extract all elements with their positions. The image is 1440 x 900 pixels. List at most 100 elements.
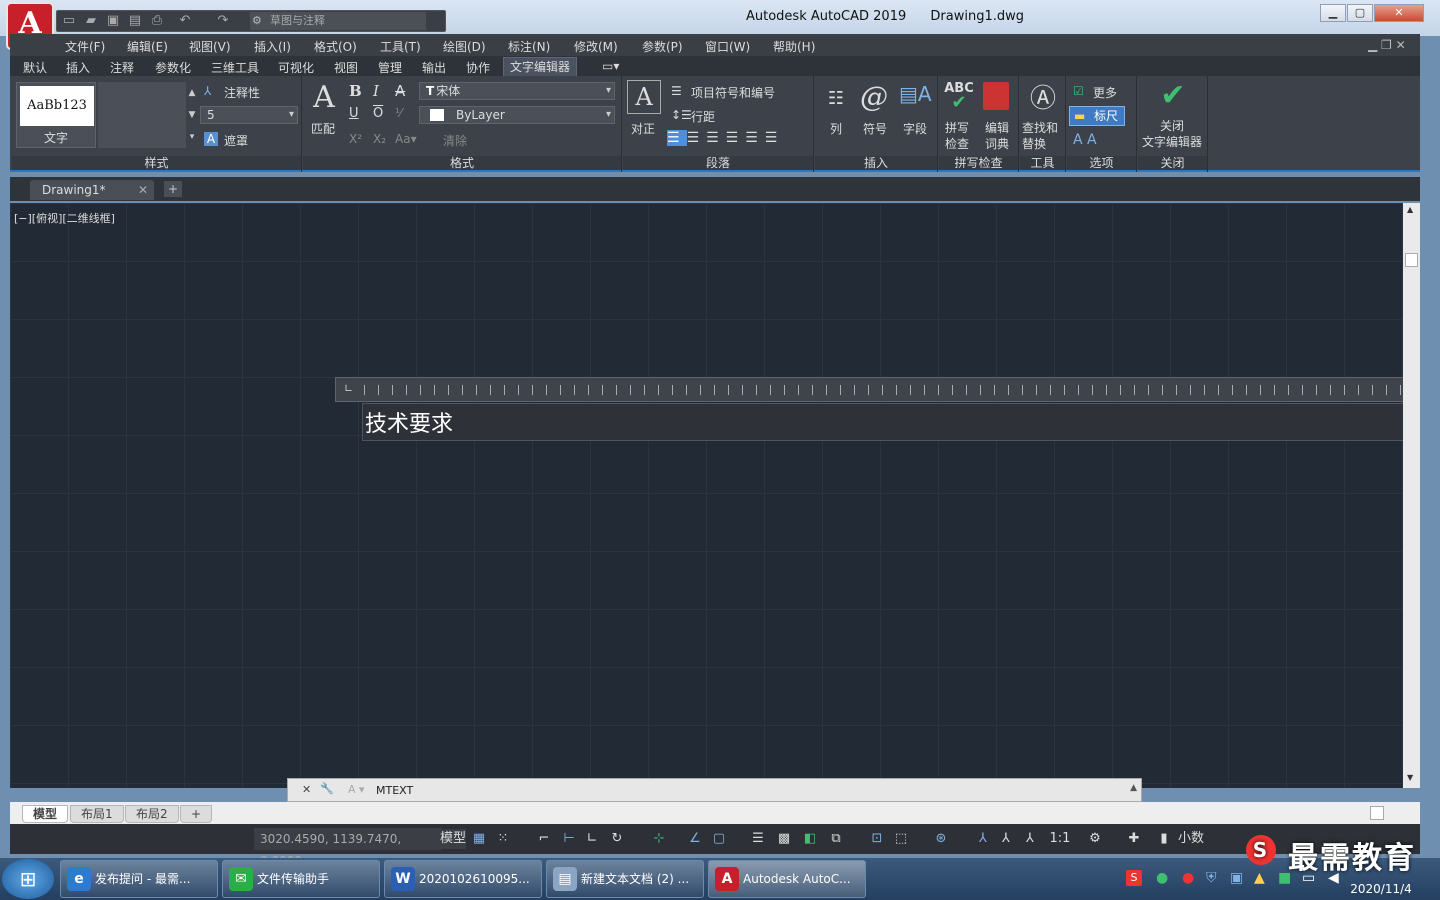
strikethrough-icon[interactable]: A [395,82,405,100]
tab-text-editor[interactable]: 文字编辑器 [503,57,578,76]
save-as-icon[interactable]: ▤ [127,14,143,28]
grid-icon[interactable]: ▦ [470,829,488,849]
mtext-ruler[interactable]: ∟ [335,377,1403,402]
menu-dimension[interactable]: 标注(N) [508,38,550,55]
workspace-gear-icon[interactable]: ⚙ [1086,829,1104,849]
security-tray-icon[interactable]: ⛨ [1206,870,1217,886]
mask-button[interactable]: 遮罩 [224,132,248,149]
taskbar-item[interactable]: ▤ 新建文本文档 (2) ... [546,860,704,898]
align-left-icon[interactable]: ☰ [667,130,687,146]
font-select[interactable]: T 宋体 [419,82,615,100]
tab-stop-icon[interactable]: ∟ [344,382,353,395]
drawing-canvas[interactable]: [−][俯视][二维线框] ∟ 技术要求 [10,203,1403,788]
tab-layout1[interactable]: 布局1 [70,805,124,823]
annotation-monitor-icon[interactable]: ✚ [1126,829,1142,849]
edit-dictionary-button[interactable]: 编辑 词典 [985,120,1009,152]
taskbar-item[interactable]: W 2020102610095... [384,860,542,898]
command-line[interactable]: ✕ 🔧 A ▾ MTEXT ▲ [287,778,1142,802]
spell-check-button[interactable]: 拼写 检查 [945,120,969,152]
add-layout-icon[interactable]: + [180,805,213,823]
save-icon[interactable]: ▣ [105,14,121,28]
tab-visualize[interactable]: 可视化 [278,59,314,76]
viewport-label[interactable]: [−][俯视][二维线框] [14,210,115,226]
text-style-gallery[interactable]: AaBb123 文字 [16,82,96,148]
tab-default[interactable]: 默认 [23,59,47,76]
tab-output[interactable]: 输出 [422,59,446,76]
tab-model[interactable]: 模型 [22,805,69,823]
clear-button[interactable]: 清除 [443,132,467,149]
coordinates[interactable]: 3020.4590, 1139.7470, 0.0000 [254,828,442,868]
snap-icon[interactable]: ⁙ [494,829,512,849]
model-space-button[interactable]: 模型 [440,829,466,849]
undo-icon[interactable]: ↶ [177,14,193,28]
scale-select[interactable]: 1:1 [1046,829,1074,849]
menu-modify[interactable]: 修改(M) [574,38,618,55]
ruler-button[interactable]: ▬ 标尺 [1069,106,1125,126]
menu-edit[interactable]: 编辑(E) [127,38,168,55]
doc-tab-drawing1[interactable]: Drawing1* ✕ [30,180,154,200]
menu-format[interactable]: 格式(O) [314,38,357,55]
command-text[interactable]: MTEXT [376,784,413,797]
alignment-buttons[interactable]: ☰☰☰☰☰☰ [667,130,807,150]
ortho-icon[interactable]: ∟ [584,829,600,849]
selection-filter-icon[interactable]: ⬚ [892,829,910,849]
tab-3d-tools[interactable]: 三维工具 [211,59,259,76]
doc-window-controls[interactable]: ▁ ❐ ✕ [1368,38,1406,52]
auto-scale-icon[interactable]: ⅄ [998,829,1014,849]
redo-icon[interactable]: ↷ [215,14,231,28]
tab-annotate[interactable]: 注释 [110,59,134,76]
3d-osnap-icon[interactable]: ⧉ [826,829,846,849]
wrench-icon[interactable]: 🔧 [320,782,334,795]
new-tab-icon[interactable]: + [164,181,182,197]
menu-window[interactable]: 窗口(W) [705,38,750,55]
tab-layout2[interactable]: 布局2 [125,805,179,823]
start-button[interactable]: ⊞ [2,859,54,899]
ribbon-toggle-icon[interactable]: ▭▾ [602,59,619,73]
sogou-tray-icon[interactable]: S [1126,870,1142,886]
taskbar-item[interactable]: e 发布提问 - 最需... [60,860,218,898]
spell-panel-title[interactable]: 拼写检查 [939,156,1018,170]
columns-button[interactable]: 列 [830,120,842,137]
gizmo-icon[interactable]: ⊛ [932,829,950,849]
tab-insert[interactable]: 插入 [66,59,90,76]
mtext-editor[interactable]: 技术要求 [362,403,1403,441]
overline-button[interactable]: O [373,106,383,121]
close-cmd-icon[interactable]: ✕ [302,783,311,796]
open-icon[interactable]: ▰ [83,14,99,28]
scroll-down-icon[interactable]: ▼ [1407,773,1413,782]
justify-button[interactable]: 对正 [631,120,655,137]
units-select[interactable]: 小数 [1178,829,1238,849]
menu-tools[interactable]: 工具(T) [380,38,421,55]
minimize-button[interactable]: ▁ [1320,4,1346,22]
close-tab-icon[interactable]: ✕ [138,180,148,200]
text-height-select[interactable]: 5 [200,106,298,124]
maximize-button[interactable]: ▢ [1347,4,1373,22]
undo-text-icon[interactable]: A A [1073,132,1097,148]
tab-view[interactable]: 视图 [334,59,358,76]
bullets-button[interactable]: 项目符号和编号 [691,84,775,101]
mtext-content[interactable]: 技术要求 [365,406,453,438]
workspace-selector[interactable]: ⚙ 草图与注释 [250,12,426,30]
scroll-thumb[interactable] [1405,253,1418,267]
selection-cycling-icon[interactable]: ◧ [802,829,818,849]
menu-insert[interactable]: 插入(I) [254,38,291,55]
close-button[interactable]: ✕ [1374,4,1424,22]
polar-icon[interactable]: ↻ [608,829,626,849]
lineweight-icon[interactable]: ☰ [750,829,766,849]
bold-button[interactable]: B [349,82,362,100]
new-icon[interactable]: ▭ [61,14,77,28]
dynamic-ucs-icon[interactable]: ⊡ [868,829,886,849]
annotation-scale-icon[interactable]: ⅄ [1022,829,1038,849]
line-spacing-button[interactable]: 行距 [691,108,715,125]
color-select[interactable]: ByLayer [419,106,615,124]
taskbar-item[interactable]: ✉ 文件传输助手 [222,860,380,898]
gallery-scroll[interactable]: ▲ ▼ ▾ [186,82,198,148]
italic-button[interactable]: I [373,82,379,100]
paragraph-panel-title[interactable]: 段落 [623,156,813,170]
history-icon[interactable]: ▲ [1130,783,1137,793]
object-snap-tracking-icon[interactable]: ∠ [686,829,704,849]
dynamic-input-icon[interactable]: ⊢ [560,829,578,849]
annotative-button[interactable]: 注释性 [224,84,260,101]
match-button[interactable]: 匹配 [311,120,335,137]
tools-panel-title[interactable]: 工具 [1020,156,1065,170]
